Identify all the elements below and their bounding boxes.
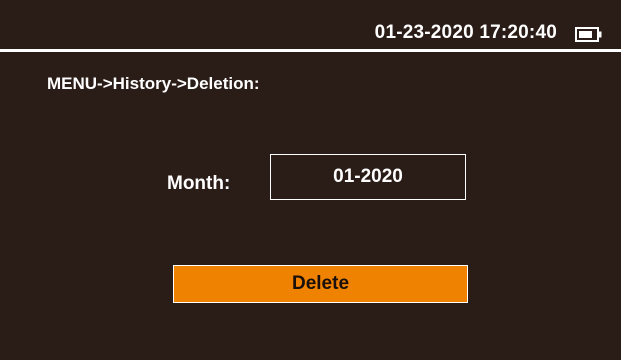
status-bar-divider: [0, 49, 621, 52]
device-screen: 01-23-2020 17:20:40 MENU->History->Delet…: [0, 0, 621, 360]
month-label: Month:: [167, 173, 231, 194]
status-bar: 01-23-2020 17:20:40: [0, 0, 621, 49]
month-value: 01-2020: [333, 166, 403, 187]
delete-button-label: Delete: [291, 273, 350, 294]
datetime-display: 01-23-2020 17:20:40: [374, 22, 557, 43]
breadcrumb: MENU->History->Deletion:: [47, 74, 260, 93]
battery-icon: [575, 27, 603, 42]
delete-button[interactable]: Delete: [173, 265, 468, 303]
month-field[interactable]: 01-2020: [270, 154, 466, 200]
